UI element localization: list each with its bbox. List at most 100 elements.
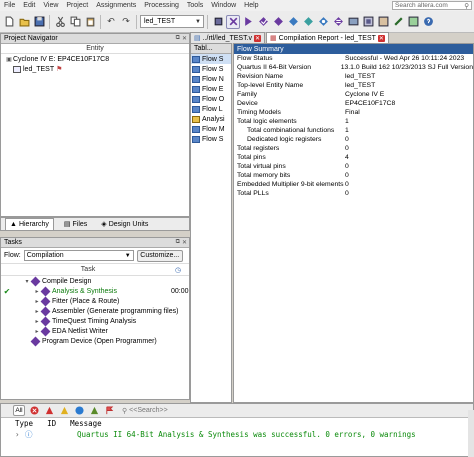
menu-item-edit[interactable]: Edit <box>19 2 39 9</box>
menu-item-tools[interactable]: Tools <box>183 2 207 9</box>
summary-key: Family <box>237 91 258 98</box>
task-label: Compile Design <box>42 277 92 285</box>
files-icon: ▤ <box>63 221 71 228</box>
toc-item[interactable]: Flow S <box>191 134 231 144</box>
customize-button[interactable]: Customize... <box>136 249 183 262</box>
menu-item-help[interactable]: Help <box>240 2 262 9</box>
tab-files[interactable]: ▤ Files <box>60 218 91 230</box>
type-column-header[interactable]: Type <box>15 419 33 428</box>
toc-item-label: Flow E <box>202 85 224 93</box>
float-icon[interactable]: ⧉ <box>176 35 180 42</box>
menu-item-processing[interactable]: Processing <box>140 2 183 9</box>
search-input[interactable]: Search altera.com ⚲ <box>392 1 472 10</box>
suppress-filter-icon[interactable] <box>88 405 100 416</box>
toc-item[interactable]: Flow M <box>191 124 231 134</box>
tab-design-units[interactable]: ◈ Design Units <box>97 218 152 230</box>
hierarchy-icon: ▲ <box>10 221 17 228</box>
expand-icon[interactable]: › <box>15 430 25 439</box>
chip-planner-icon[interactable] <box>361 15 375 29</box>
analysis-icon[interactable] <box>256 15 270 29</box>
error-filter-icon[interactable] <box>28 405 40 416</box>
tab-rtl-file[interactable]: ▤ ../rtl/led_TEST.v ✕ <box>190 32 266 43</box>
new-file-icon[interactable] <box>2 15 16 29</box>
compile-icon[interactable] <box>241 15 255 29</box>
rtl-icon[interactable] <box>331 15 345 29</box>
project-combo[interactable]: led_TEST ▼ <box>140 15 204 28</box>
entity-column-header[interactable]: Entity <box>1 44 189 54</box>
copy-icon[interactable] <box>68 15 82 29</box>
flag-filter-icon[interactable] <box>103 405 115 416</box>
stop-icon[interactable] <box>226 14 240 29</box>
critical-warning-icon[interactable] <box>43 405 55 416</box>
close-icon[interactable]: ✕ <box>377 34 385 42</box>
message-column-header[interactable]: Message <box>70 419 102 428</box>
open-icon[interactable] <box>17 15 31 29</box>
toc-item[interactable]: Flow S <box>191 64 231 74</box>
menu-item-view[interactable]: View <box>39 2 62 9</box>
task-column-label[interactable]: Task <box>1 266 175 273</box>
task-icon <box>40 316 51 326</box>
task-row[interactable]: ▸ TimeQuest Timing Analysis <box>1 316 189 326</box>
assembler-icon[interactable] <box>301 15 315 29</box>
close-icon[interactable]: ✕ <box>182 35 187 42</box>
menu-item-project[interactable]: Project <box>62 2 92 9</box>
timing-icon[interactable] <box>316 15 330 29</box>
top-entity-label: led_TEST <box>23 65 55 73</box>
summary-row: Total registers 0 <box>234 144 473 153</box>
task-row[interactable]: ▸ EDA Netlist Writer <box>1 326 189 336</box>
toc-item[interactable]: Flow S <box>191 54 231 64</box>
toc-item-label: Flow S <box>202 135 224 143</box>
table-icon <box>192 65 200 73</box>
pin-planner-icon[interactable] <box>376 15 390 29</box>
toc-item[interactable]: Flow L <box>191 104 231 114</box>
float-icon[interactable]: ⧉ <box>176 239 180 246</box>
device-node[interactable]: ▣ Cyclone IV E: EP4CE10F17C8 <box>1 54 189 64</box>
task-icon <box>40 306 51 316</box>
messages-search[interactable]: ⚲ <<Search>> <box>122 406 192 416</box>
settings-icon[interactable] <box>406 15 420 29</box>
task-icon <box>30 276 41 286</box>
message-row[interactable]: › ⓘ Quartus II 64-Bit Analysis & Synthes… <box>1 429 473 440</box>
menu-item-window[interactable]: Window <box>207 2 240 9</box>
toc-item[interactable]: Flow E <box>191 84 231 94</box>
tab-files-label: Files <box>72 220 88 228</box>
close-icon[interactable]: ✕ <box>182 239 187 246</box>
summary-row: Flow Status Successful - Wed Apr 26 10:11… <box>234 54 473 63</box>
task-icon <box>30 336 41 346</box>
task-row[interactable]: ▸ Fitter (Place & Route) <box>1 296 189 306</box>
task-row[interactable]: ▾ Compile Design <box>1 276 189 286</box>
undo-icon[interactable]: ↶ <box>104 15 118 29</box>
id-column-header[interactable]: ID <box>47 419 56 428</box>
chip-icon[interactable] <box>211 15 225 29</box>
toc-item[interactable]: Flow O <box>191 94 231 104</box>
task-icon <box>40 286 51 296</box>
close-icon[interactable]: ✕ <box>254 34 262 42</box>
summary-key: Flow Status <box>237 55 273 62</box>
warning-filter-icon[interactable] <box>58 405 70 416</box>
tab-hierarchy[interactable]: ▲ Hierarchy <box>5 218 54 230</box>
task-row[interactable]: Program Device (Open Programmer) <box>1 336 189 346</box>
toc-item[interactable]: Flow N <box>191 74 231 84</box>
paste-icon[interactable] <box>83 15 97 29</box>
task-label: TimeQuest Timing Analysis <box>52 317 137 325</box>
filter-all-button[interactable]: All <box>13 405 25 416</box>
cut-icon[interactable] <box>53 15 67 29</box>
task-row[interactable]: ▸ Assembler (Generate programming files) <box>1 306 189 316</box>
netlist-icon[interactable] <box>346 15 360 29</box>
document-tabs: ▤ ../rtl/led_TEST.v ✕ ▦ Compilation Repo… <box>190 31 474 43</box>
fitter-icon[interactable] <box>286 15 300 29</box>
programmer-icon[interactable] <box>391 15 405 29</box>
menu-item-file[interactable]: File <box>0 2 19 9</box>
flow-select[interactable]: Compilation ▼ <box>23 250 134 261</box>
top-entity-node[interactable]: led_TEST ⚑ <box>1 64 189 74</box>
tab-compilation-report[interactable]: ▦ Compilation Report - led_TEST ✕ <box>266 32 389 43</box>
task-row[interactable]: ✔ ▸ Analysis & Synthesis 00:00 <box>1 286 189 296</box>
synthesis-icon[interactable] <box>271 15 285 29</box>
summary-row: Total pins 4 <box>234 153 473 162</box>
toc-item[interactable]: Analysi <box>191 114 231 124</box>
help-icon[interactable] <box>421 15 435 29</box>
redo-icon[interactable]: ↷ <box>119 15 133 29</box>
menu-item-assignments[interactable]: Assignments <box>92 2 140 9</box>
save-icon[interactable] <box>32 15 46 29</box>
info-filter-icon[interactable] <box>73 405 85 416</box>
